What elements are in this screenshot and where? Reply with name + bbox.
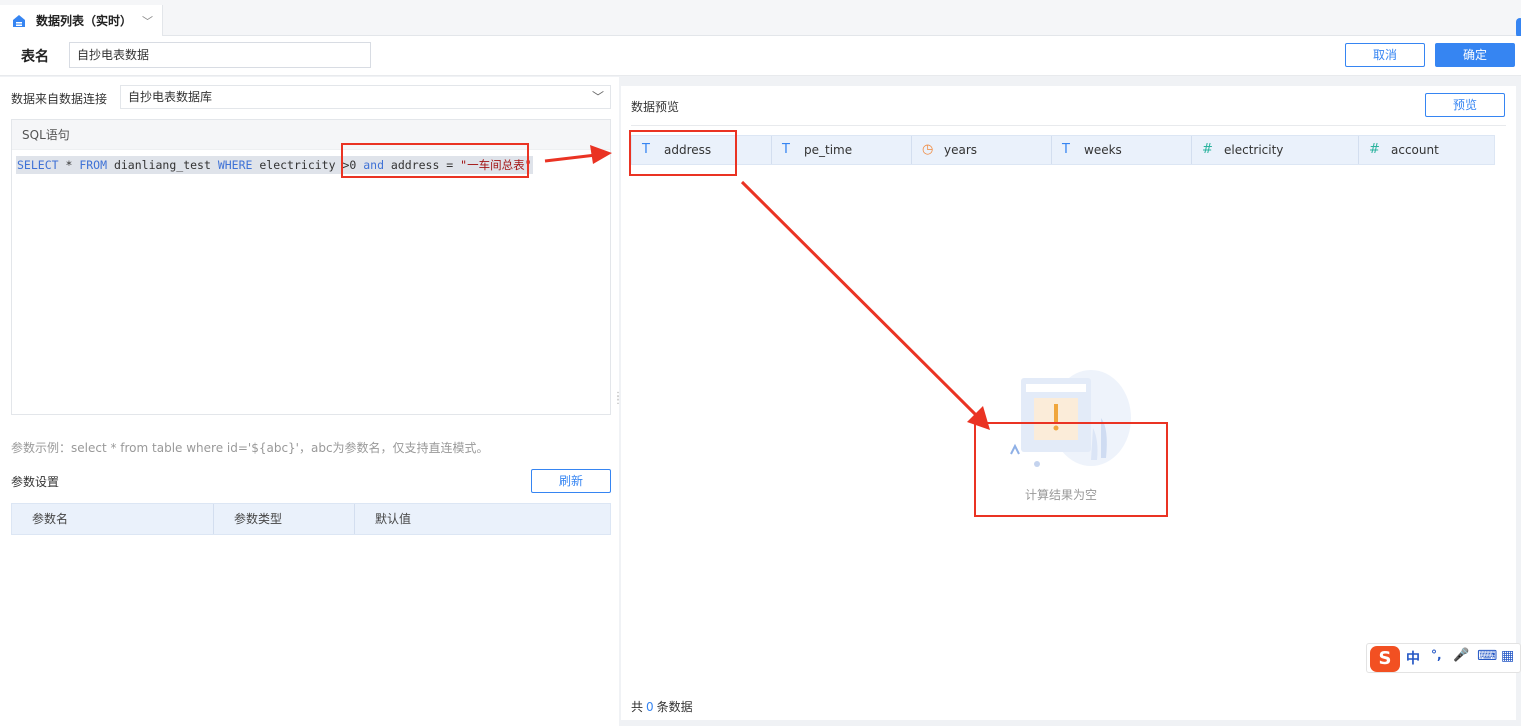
annotation-arrow <box>740 180 980 419</box>
arrow-head-icon <box>590 145 612 164</box>
annotation-arrow <box>544 153 597 163</box>
ime-punctuation-icon[interactable]: °, <box>1431 648 1442 662</box>
annotation-arrows <box>544 145 990 430</box>
microphone-icon[interactable]: 🎤 <box>1453 648 1469 663</box>
ime-toolbar[interactable]: S 中 °, 🎤 ⌨ ▦ <box>1366 643 1521 673</box>
toolbox-icon[interactable]: ▦ <box>1501 648 1514 664</box>
ime-logo-icon: S <box>1370 646 1400 672</box>
ime-chinese-mode[interactable]: 中 <box>1406 648 1420 668</box>
keyboard-icon[interactable]: ⌨ <box>1477 648 1497 664</box>
